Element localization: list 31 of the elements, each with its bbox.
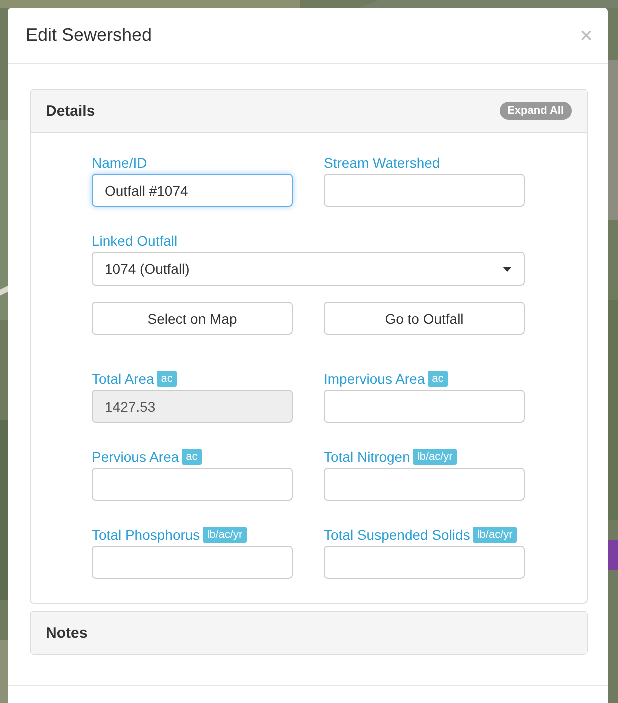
action-button[interactable]: Select on Map [92,302,293,335]
field-label: Stream Watershed [324,155,440,171]
unit-tag: ac [182,449,202,465]
input-field[interactable] [92,468,293,501]
input-field[interactable] [324,390,525,423]
panel-title: Details [46,102,96,120]
unit-tag: lb/ac/yr [203,527,247,543]
panel-title: Notes [46,624,88,642]
field-label: Name/ID [92,155,148,171]
field-label: Total Suspended Solids [324,527,470,543]
unit-tag: ac [157,371,177,387]
panel-heading[interactable]: Notes [31,612,587,654]
field-label: Total Area [92,371,154,387]
input-field[interactable] [324,174,525,207]
modal-title: Edit Sewershed [26,25,152,46]
panel-heading[interactable]: Details Expand All [31,90,587,132]
field-label: Impervious Area [324,371,426,387]
action-button[interactable]: Go to Outfall [324,302,525,335]
input-field[interactable] [92,546,293,579]
input-field[interactable]: Outfall #1074 [92,174,293,207]
select-field[interactable]: 1074 (Outfall) [92,252,525,286]
unit-tag: ac [428,371,448,387]
caret-icon [503,266,512,272]
field-label: Linked Outfall [92,233,178,249]
unit-tag: lb/ac/yr [473,527,517,543]
field-label: Total Nitrogen [324,449,410,465]
input-field[interactable] [324,468,525,501]
field-label: Total Phosphorus [92,527,200,543]
input-field[interactable] [324,546,525,579]
unit-tag: lb/ac/yr [413,449,457,465]
field-label: Pervious Area [92,449,180,465]
